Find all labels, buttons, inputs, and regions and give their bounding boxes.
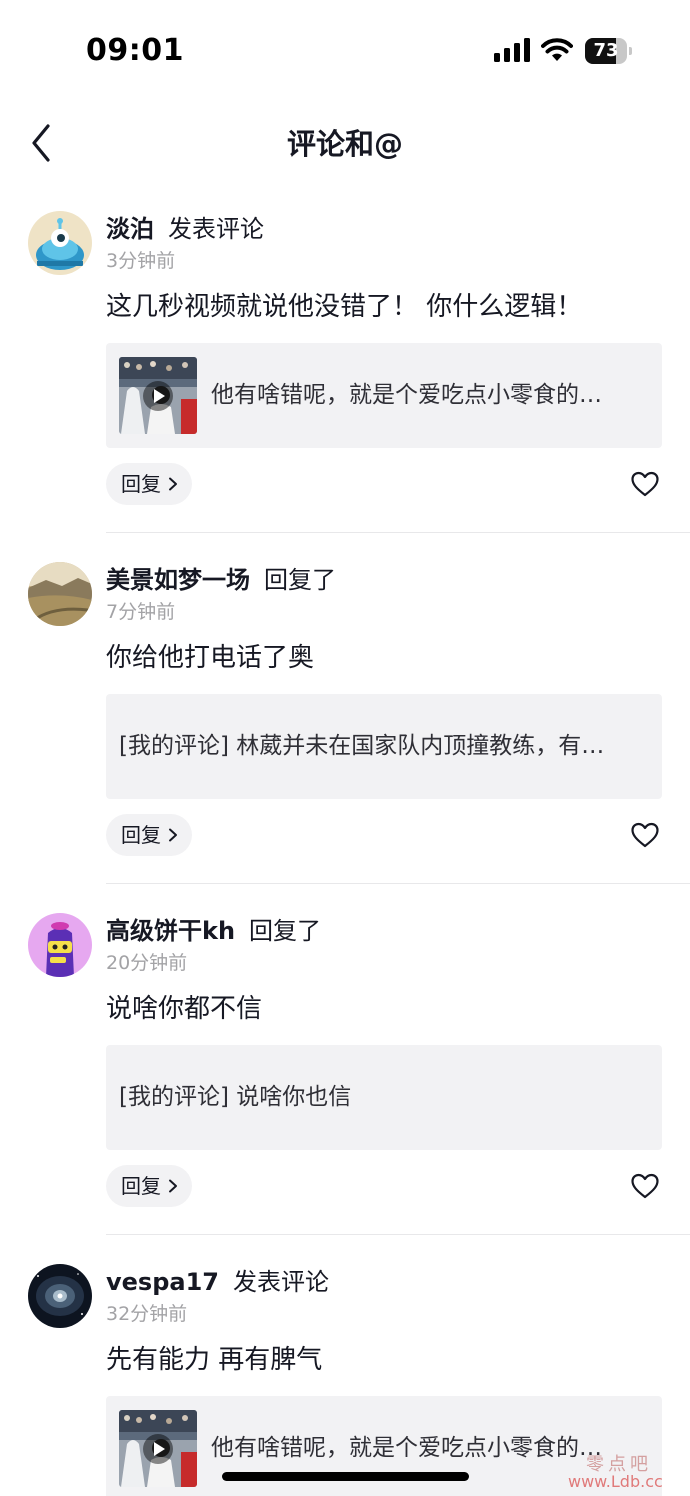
divider bbox=[106, 883, 690, 884]
video-thumbnail bbox=[119, 1410, 197, 1487]
user-avatar[interactable] bbox=[28, 1264, 92, 1328]
purple-cartoon-avatar-icon bbox=[28, 913, 92, 977]
reply-button[interactable]: 回复 bbox=[106, 1165, 192, 1207]
cartoon-alien-avatar-icon bbox=[28, 211, 92, 275]
reply-label: 回复 bbox=[121, 823, 161, 847]
referenced-comment-card[interactable]: [我的评论] 林葳并未在国家队内顶撞教练，有… bbox=[106, 694, 662, 799]
timestamp: 3分钟前 bbox=[106, 250, 176, 272]
timestamp: 20分钟前 bbox=[106, 952, 188, 974]
referenced-comment-card[interactable]: [我的评论] 说啥你也信 bbox=[106, 1045, 662, 1150]
action-label: 回复了 bbox=[249, 917, 322, 945]
watermark-line2: www.Ldb.cc bbox=[568, 1472, 663, 1491]
heart-icon[interactable] bbox=[630, 469, 660, 499]
nav-bar: 评论和@ bbox=[0, 100, 690, 188]
wifi-icon bbox=[541, 38, 573, 61]
battery-icon: 73 bbox=[585, 38, 633, 64]
battery-level: 73 bbox=[593, 40, 619, 61]
galaxy-avatar-icon bbox=[28, 1264, 92, 1328]
page-title: 评论和@ bbox=[286, 127, 403, 161]
watermark: 零点吧 www.Ldb.cc bbox=[568, 1450, 683, 1494]
name-line: 淡泊 发表评论 bbox=[106, 213, 264, 245]
comment-text: 说啥你都不信 bbox=[106, 994, 263, 1024]
name-line: vespa17 发表评论 bbox=[106, 1266, 329, 1298]
referenced-text: [我的评论] 说啥你也信 bbox=[119, 1084, 352, 1110]
chevron-right-icon bbox=[169, 828, 177, 842]
action-label: 发表评论 bbox=[168, 215, 264, 243]
name-line: 高级饼干kh 回复了 bbox=[106, 915, 321, 947]
chevron-right-icon bbox=[169, 477, 177, 491]
reply-label: 回复 bbox=[121, 1174, 161, 1198]
name-line: 美景如梦一场 回复了 bbox=[106, 564, 336, 596]
user-avatar[interactable] bbox=[28, 562, 92, 626]
play-icon bbox=[143, 1434, 173, 1464]
reply-button[interactable]: 回复 bbox=[106, 463, 192, 505]
user-name[interactable]: 高级饼干kh bbox=[106, 917, 235, 945]
user-name[interactable]: vespa17 bbox=[106, 1268, 219, 1296]
timestamp: 32分钟前 bbox=[106, 1303, 188, 1325]
chevron-right-icon bbox=[169, 1179, 177, 1193]
back-button[interactable] bbox=[22, 118, 66, 168]
comment-text: 先有能力 再有脾气 bbox=[106, 1345, 323, 1375]
landscape-avatar-icon bbox=[28, 562, 92, 626]
comment-text: 这几秒视频就说他没错了！ 你什么逻辑！ bbox=[106, 292, 583, 322]
reply-button[interactable]: 回复 bbox=[106, 814, 192, 856]
status-bar: 09:01 73 bbox=[0, 0, 690, 100]
video-thumbnail bbox=[119, 357, 197, 434]
comment-text: 你给他打电话了奥 bbox=[106, 643, 315, 673]
timestamp: 7分钟前 bbox=[106, 601, 176, 623]
referenced-text: 他有啥错呢，就是个爱吃点小零食的… bbox=[211, 382, 602, 408]
play-icon bbox=[143, 381, 173, 411]
chevron-left-icon bbox=[32, 124, 50, 162]
divider bbox=[106, 532, 690, 533]
user-avatar[interactable] bbox=[28, 211, 92, 275]
referenced-post-card[interactable]: 他有啥错呢，就是个爱吃点小零食的… bbox=[106, 343, 662, 448]
user-name[interactable]: 淡泊 bbox=[106, 215, 154, 243]
user-avatar[interactable] bbox=[28, 913, 92, 977]
heart-icon[interactable] bbox=[630, 1171, 660, 1201]
action-label: 回复了 bbox=[264, 566, 336, 594]
reply-label: 回复 bbox=[121, 472, 161, 496]
heart-icon[interactable] bbox=[630, 820, 660, 850]
action-label: 发表评论 bbox=[232, 1268, 329, 1296]
status-time: 09:01 bbox=[86, 33, 184, 68]
referenced-text: [我的评论] 林葳并未在国家队内顶撞教练，有… bbox=[119, 733, 605, 759]
divider bbox=[106, 1234, 690, 1235]
home-indicator[interactable] bbox=[222, 1472, 469, 1481]
cellular-signal-icon bbox=[494, 38, 530, 62]
user-name[interactable]: 美景如梦一场 bbox=[106, 566, 250, 594]
